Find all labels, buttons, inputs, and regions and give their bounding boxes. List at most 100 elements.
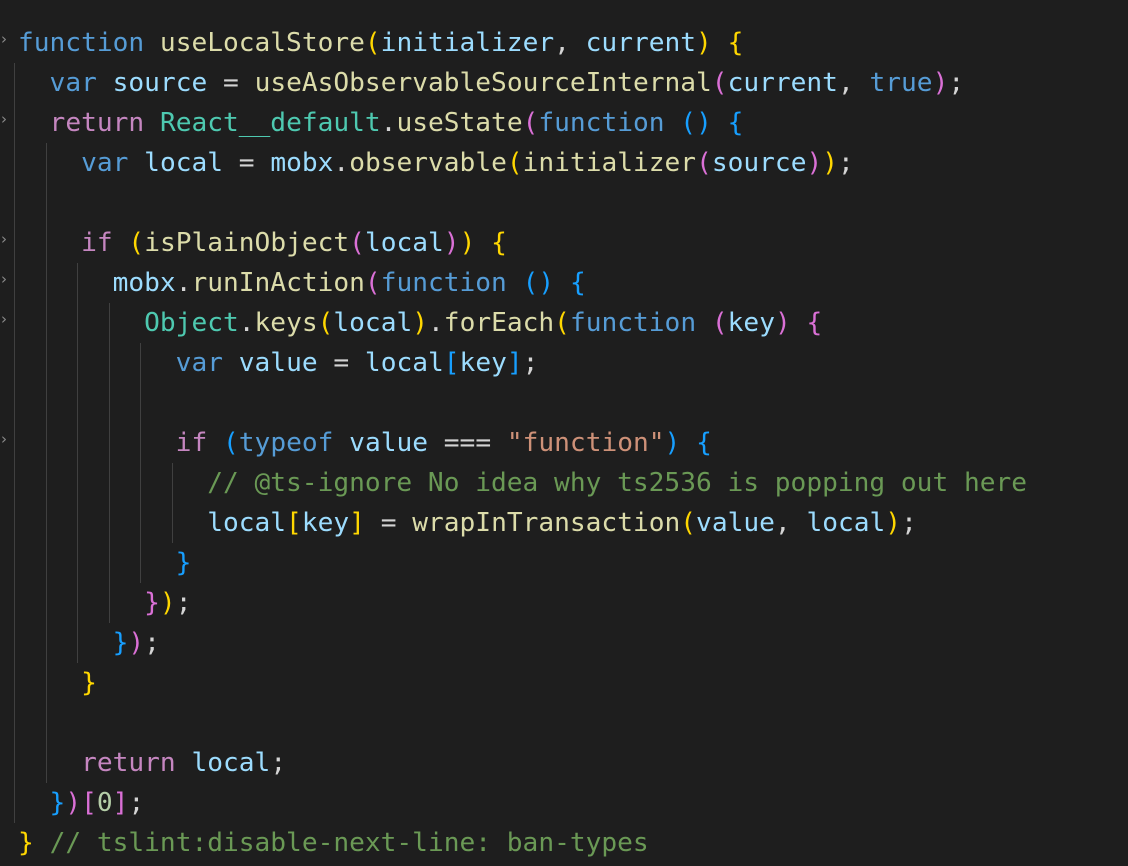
code-line[interactable]: local[key] = wrapInTransaction(value, lo… (18, 503, 917, 543)
code-token: local (144, 148, 224, 178)
code-line[interactable]: if (typeof value === "function") { (18, 423, 712, 463)
code-line[interactable]: } (18, 663, 97, 703)
code-token: current (727, 68, 838, 98)
code-token: } (112, 628, 129, 658)
code-token: { (727, 28, 744, 58)
code-token: initializer (380, 28, 555, 58)
code-editor[interactable]: › › › › › › function useLocalStore(initialize… (0, 0, 1128, 866)
code-line[interactable]: var value = local[key]; (18, 343, 539, 383)
fold-chevron-icon[interactable]: › (1, 99, 7, 139)
code-token: function (538, 108, 665, 138)
code-token: } (175, 548, 192, 578)
code-token: ( (711, 68, 728, 98)
code-line[interactable]: } (18, 543, 192, 583)
code-line[interactable]: var source = useAsObservableSourceIntern… (18, 63, 965, 103)
code-token: . (428, 308, 444, 338)
code-token: ) (159, 588, 176, 618)
code-token: ( (680, 508, 697, 538)
code-line[interactable]: // @ts-ignore No idea why ts2536 is popp… (18, 463, 1027, 503)
code-line[interactable]: }); (18, 623, 160, 663)
indent-guide (14, 63, 15, 823)
code-token: ; (948, 68, 965, 98)
code-line[interactable]: return React__default.useState(function … (18, 103, 744, 143)
code-token: { (727, 108, 744, 138)
code-token: ; (270, 748, 287, 778)
code-token: local (207, 508, 287, 538)
code-token: observable (349, 148, 507, 178)
code-token: , (554, 28, 586, 58)
code-token: true (869, 68, 933, 98)
code-token: = (223, 148, 271, 178)
code-line[interactable]: var local = mobx.observable(initializer(… (18, 143, 854, 183)
code-token: local (191, 748, 271, 778)
code-token: ) (459, 228, 476, 258)
code-token: () (680, 108, 712, 138)
code-line[interactable]: function useLocalStore(initializer, curr… (18, 23, 743, 63)
code-token: local (806, 508, 886, 538)
code-token: return (49, 108, 145, 138)
code-token: [ (81, 788, 97, 818)
fold-chevron-icon[interactable]: › (1, 299, 7, 339)
code-token: function (380, 268, 507, 298)
code-token: } (81, 668, 97, 698)
code-line[interactable]: return local; (18, 743, 286, 783)
code-line[interactable]: Object.keys(local).forEach(function (key… (18, 303, 822, 343)
code-token: function (569, 308, 697, 338)
code-token: ( (364, 28, 381, 58)
code-token: isPlainObject (144, 228, 350, 258)
code-token: [ (286, 508, 302, 538)
code-line[interactable]: }); (18, 583, 191, 623)
code-token: ( (506, 148, 523, 178)
code-token: ) (932, 68, 949, 98)
code-token: () (522, 268, 555, 298)
code-token: React__default (159, 108, 381, 138)
code-token: , (774, 508, 807, 538)
code-token: ) (822, 148, 839, 178)
fold-chevron-icon[interactable]: › (1, 219, 7, 259)
code-line[interactable]: if (isPlainObject(local)) { (18, 223, 507, 263)
code-token: } (18, 828, 34, 858)
code-token: // tslint:disable-next-line: ban-types (49, 828, 649, 858)
code-line[interactable]: mobx.runInAction(function () { (18, 263, 586, 303)
code-line[interactable]: })[0]; (18, 783, 145, 823)
code-token: value (696, 508, 775, 538)
code-token: ( (364, 268, 381, 298)
fold-chevron-icon[interactable]: › (1, 419, 7, 459)
code-token: ) (806, 148, 823, 178)
code-token: . (238, 308, 255, 338)
code-token: ; (522, 348, 539, 378)
code-line[interactable]: } // tslint:disable-next-line: ban-types (18, 823, 649, 863)
code-token: ) (128, 628, 145, 658)
code-token: source (112, 68, 208, 98)
code-token: ) (443, 228, 460, 258)
code-token: ( (223, 428, 239, 458)
code-token: useAsObservableSourceInternal (254, 68, 712, 98)
fold-chevron-icon[interactable]: › (1, 259, 7, 299)
code-token: Object (144, 308, 239, 338)
code-token: = (207, 68, 255, 98)
code-token: === (428, 428, 507, 458)
code-token: ; (838, 148, 854, 178)
code-token: wrapInTransaction (412, 508, 681, 538)
code-token: typeof (238, 428, 334, 458)
code-token: key (459, 348, 507, 378)
code-token: } (49, 788, 66, 818)
fold-chevron-icon[interactable]: › (1, 19, 7, 59)
code-token: { (491, 228, 507, 258)
code-token: key (301, 508, 350, 538)
code-token: local (364, 228, 444, 258)
code-token: ) (885, 508, 902, 538)
